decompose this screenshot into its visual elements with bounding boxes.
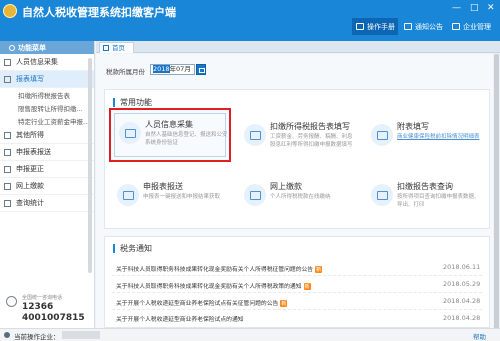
- phone-icon: [6, 296, 17, 307]
- current-company-label: 当前操作企业：: [14, 333, 60, 341]
- title-bar: 自然人税收管理系统扣缴客户端 — □ ✕ 操作手册 通知公告 企业管理: [0, 0, 500, 41]
- notice-text: 关于开展个人税收递延型商业养老保险试点有关征管问题的公告: [116, 301, 279, 307]
- attachment-icon: [371, 124, 393, 146]
- sidebar: 功能菜单 人员信息采集 报表填写 扣缴所得税报告表 限售股转让所得扣缴... 特…: [0, 41, 95, 341]
- report-icon: [4, 75, 11, 83]
- tab-bar: 首页: [96, 41, 500, 53]
- bell-icon: [404, 23, 412, 30]
- notice-item[interactable]: 关于科技人员取得职务科技成果转化现金奖励有关个人所得税征管问题的公告新: [116, 264, 323, 273]
- search-icon: [371, 184, 393, 206]
- sidebar-item-submit[interactable]: 申报表报送: [0, 144, 94, 161]
- period-year: 2018: [153, 65, 170, 73]
- home-icon: [103, 45, 109, 51]
- form-icon: [244, 124, 266, 146]
- function-card-payment[interactable]: 网上缴款 个人所得税税款在线缴纳: [236, 172, 358, 226]
- user-icon: [4, 332, 10, 338]
- function-card-personnel[interactable]: 人员信息采集 自然人基础信息登记、报送和公安系统身份验证: [109, 108, 231, 162]
- common-functions-panel: 常用功能 人员信息采集 自然人基础信息登记、报送和公安系统身份验证 扣缴所得税报…: [104, 89, 490, 229]
- topnav-manual[interactable]: 操作手册: [352, 18, 398, 35]
- upload-icon: [4, 148, 11, 156]
- card-desc: 自然人基础信息登记、报送和公安系统身份验证: [145, 132, 228, 146]
- function-card-submit[interactable]: 申报表报送 申报表一键报送和申报结果获取: [109, 172, 231, 226]
- payment-icon: [244, 184, 266, 206]
- function-card-attachment[interactable]: 附表填写 商业健康保险税前扣除情况明细表: [363, 112, 485, 166]
- sidebar-item-reports[interactable]: 报表填写: [0, 71, 94, 88]
- book-icon: [356, 23, 364, 30]
- calendar-icon[interactable]: [196, 64, 206, 75]
- card-desc-link[interactable]: 商业健康保险税前扣除情况明细表: [397, 134, 483, 142]
- sidebar-subitem-special-industry[interactable]: 特定行业工资薪金申报...: [0, 114, 94, 127]
- notice-date: 2018.06.11: [443, 263, 481, 271]
- scrollbar-thumb[interactable]: [494, 54, 499, 329]
- notice-item[interactable]: 关于科技人员取得职务科技成果转化现金奖励有关个人所得税政策的通知新: [116, 281, 311, 290]
- minimize-icon[interactable]: —: [452, 3, 461, 13]
- card-title: 人员信息采集: [145, 120, 193, 129]
- new-badge: 新: [280, 300, 288, 307]
- notice-text: 关于科技人员取得职务科技成果转化现金奖励有关个人所得税征管问题的公告: [116, 267, 314, 273]
- hotline-number-2: 4001007815: [22, 313, 85, 323]
- function-card-report-query[interactable]: 扣缴报告表查询 按所得项目查询扣缴申报表数据、导出、打印: [363, 172, 485, 226]
- send-icon: [117, 184, 139, 206]
- divider: [112, 292, 482, 293]
- sidebar-item-other-income[interactable]: 其他所得: [0, 127, 94, 144]
- status-bar: 当前操作企业： 帮助: [0, 328, 500, 341]
- id-card-icon: [119, 122, 141, 144]
- new-badge: 新: [303, 283, 311, 290]
- chart-icon: [4, 199, 11, 207]
- common-functions-title: 常用功能: [113, 98, 152, 107]
- card-desc: 工资薪金、劳务报酬、稿酬、利息股息红利等所得扣缴申报数据填写: [270, 134, 353, 148]
- notice-text: 关于科技人员取得职务科技成果转化现金奖励有关个人所得税政策的通知: [116, 284, 302, 290]
- maximize-icon[interactable]: □: [470, 3, 479, 13]
- divider: [112, 275, 482, 276]
- app-title: 自然人税收管理系统扣缴客户端: [22, 6, 176, 19]
- notice-item[interactable]: 关于开展个人税收递延型商业养老保险试点的通知: [116, 314, 244, 323]
- tab-home[interactable]: 首页: [99, 42, 134, 53]
- sidebar-subitem-withholding-report[interactable]: 扣缴所得税报告表: [0, 88, 94, 101]
- sidebar-header: 功能菜单: [0, 41, 94, 54]
- period-input[interactable]: 2018年07月: [150, 64, 195, 75]
- help-link[interactable]: 帮助: [473, 331, 486, 341]
- divider: [112, 309, 482, 310]
- card-title: 网上缴款: [270, 182, 302, 191]
- card-desc: 申报表一键报送和申报结果获取: [143, 194, 221, 200]
- card-desc: 个人所得税税款在线缴纳: [270, 194, 331, 200]
- edit-icon: [4, 165, 11, 173]
- person-icon: [4, 58, 11, 66]
- close-icon[interactable]: ✕: [487, 3, 495, 13]
- sidebar-item-correction[interactable]: 申报更正: [0, 161, 94, 178]
- sidebar-item-query[interactable]: 查询统计: [0, 195, 94, 212]
- building-icon: [452, 23, 460, 30]
- card-title: 附表填写: [397, 122, 429, 131]
- notice-date: 2018.04.28: [443, 314, 481, 322]
- hotline-number-1: 12366: [22, 302, 54, 312]
- notice-date: 2018.05.29: [443, 280, 481, 288]
- notice-item[interactable]: 关于开展个人税收递延型商业养老保险试点有关征管问题的公告新: [116, 298, 288, 307]
- list-icon: [4, 131, 11, 139]
- menu-icon: [9, 44, 15, 51]
- main-scrollbar[interactable]: [494, 54, 499, 341]
- topnav-notice[interactable]: 通知公告: [400, 18, 446, 35]
- sidebar-subitem-restricted-stock[interactable]: 限售股转让所得扣缴...: [0, 101, 94, 114]
- new-badge: 新: [315, 266, 323, 273]
- topnav-company[interactable]: 企业管理: [448, 18, 498, 35]
- card-desc: 按所得项目查询扣缴申报表数据、导出、打印: [397, 194, 480, 208]
- card-title: 扣缴所得税报告表填写: [270, 122, 350, 131]
- function-card-withholding-report[interactable]: 扣缴所得税报告表填写 工资薪金、劳务报酬、稿酬、利息股息红利等所得扣缴申报数据填…: [236, 112, 358, 166]
- sidebar-item-payment[interactable]: 网上缴款: [0, 178, 94, 195]
- wallet-icon: [4, 182, 11, 190]
- period-label: 税款所属月份: [106, 68, 145, 76]
- card-title: 申报表报送: [143, 182, 183, 191]
- tax-emblem-logo: [3, 4, 17, 18]
- period-month: 年07月: [169, 65, 191, 73]
- sidebar-item-personnel[interactable]: 人员信息采集: [0, 54, 94, 71]
- notice-text: 关于开展个人税收递延型商业养老保险试点的通知: [116, 317, 244, 323]
- card-title: 扣缴报告表查询: [397, 182, 453, 191]
- notice-date: 2018.04.28: [443, 297, 481, 305]
- hotline-label: 全国统一咨询电话: [22, 295, 63, 301]
- current-company-value: [62, 331, 100, 339]
- tax-notices-title: 税务通知: [113, 244, 152, 253]
- sidebar-scrollbar[interactable]: [88, 58, 92, 273]
